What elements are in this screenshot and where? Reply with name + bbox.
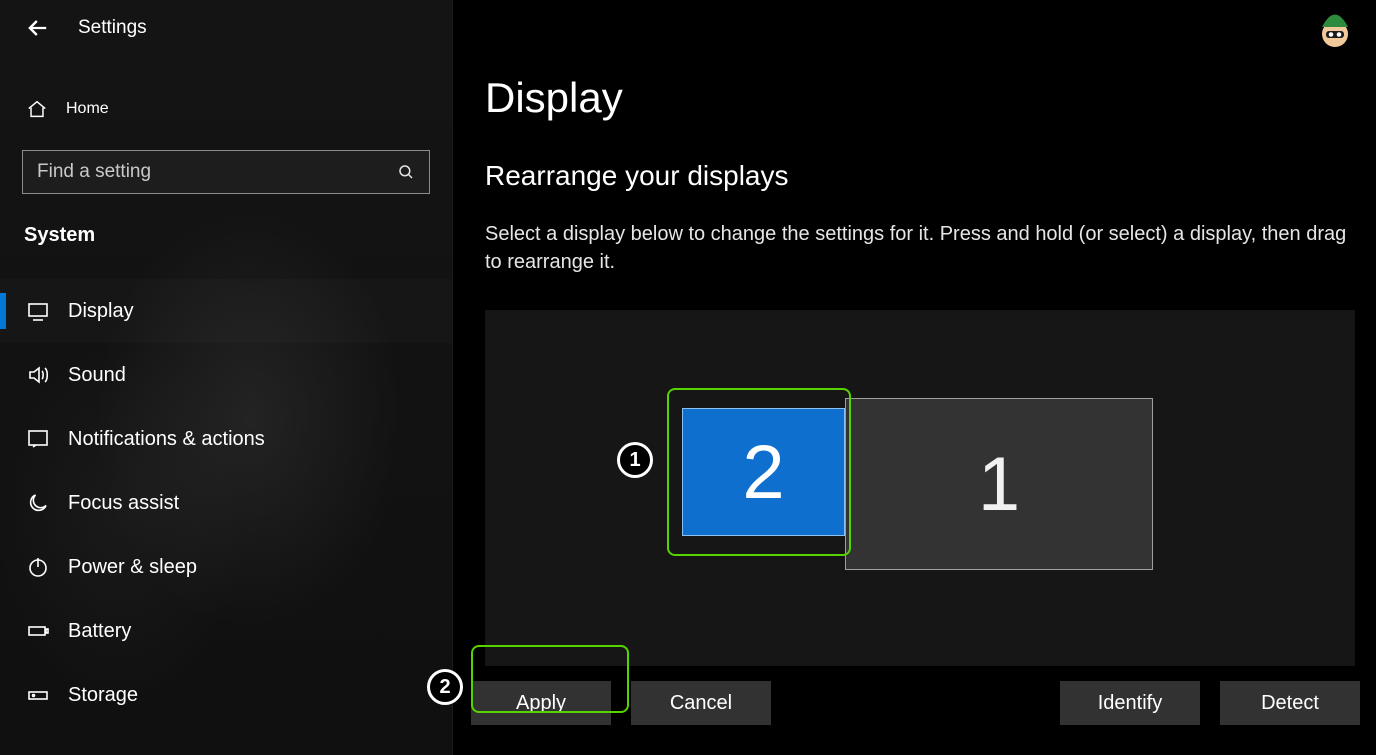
display-box-1[interactable]: 1	[845, 398, 1153, 570]
apply-button[interactable]: Apply	[471, 681, 611, 725]
display-number: 2	[742, 429, 784, 516]
nav-label: Storage	[68, 684, 138, 707]
section-title: Rearrange your displays	[485, 160, 1376, 192]
title-row: Settings	[0, 0, 452, 50]
nav-label: Battery	[68, 620, 131, 643]
search-container	[0, 138, 452, 194]
nav-label: Notifications & actions	[68, 428, 265, 451]
nav-label: Sound	[68, 364, 126, 387]
display-box-2[interactable]: 2	[682, 408, 845, 536]
search-input[interactable]	[37, 161, 397, 183]
arrow-left-icon	[24, 14, 52, 42]
sidebar-nav: Display Sound Notifications & actions Fo…	[0, 279, 452, 727]
section-description: Select a display below to change the set…	[485, 220, 1365, 276]
sidebar-home[interactable]: Home	[0, 50, 452, 138]
mascot-icon	[1312, 6, 1358, 52]
sidebar-category: System	[0, 194, 452, 255]
nav-label: Focus assist	[68, 492, 179, 515]
notifications-icon	[26, 427, 50, 451]
nav-label: Power & sleep	[68, 556, 197, 579]
settings-app: Settings Home System Display	[0, 0, 1376, 755]
page-title: Display	[485, 74, 1376, 122]
main-content: Display Rearrange your displays Select a…	[453, 0, 1376, 755]
search-box[interactable]	[22, 150, 430, 194]
battery-icon	[26, 619, 50, 643]
sound-icon	[26, 363, 50, 387]
sidebar-item-power-sleep[interactable]: Power & sleep	[0, 535, 452, 599]
monitor-icon	[26, 299, 50, 323]
identify-button[interactable]: Identify	[1060, 681, 1200, 725]
annotation-step-badge-1: 1	[617, 442, 653, 478]
sidebar-item-storage[interactable]: Storage	[0, 663, 452, 727]
display-arrangement-canvas[interactable]: 1 2 1	[485, 310, 1355, 666]
nav-label: Display	[68, 300, 134, 323]
sidebar-item-notifications[interactable]: Notifications & actions	[0, 407, 452, 471]
home-icon	[26, 98, 48, 120]
sidebar-item-display[interactable]: Display	[0, 279, 452, 343]
app-title: Settings	[78, 17, 147, 39]
annotation-step-badge-2: 2	[427, 669, 463, 705]
moon-icon	[26, 491, 50, 515]
display-action-row: Apply 2 Cancel Identify Detect	[471, 681, 1360, 725]
storage-icon	[26, 683, 50, 707]
cancel-button[interactable]: Cancel	[631, 681, 771, 725]
home-label: Home	[66, 100, 109, 118]
back-button[interactable]	[24, 14, 52, 42]
sidebar: Settings Home System Display	[0, 0, 453, 755]
search-icon	[397, 163, 415, 181]
detect-button[interactable]: Detect	[1220, 681, 1360, 725]
sidebar-item-battery[interactable]: Battery	[0, 599, 452, 663]
power-icon	[26, 555, 50, 579]
sidebar-item-focus-assist[interactable]: Focus assist	[0, 471, 452, 535]
display-number: 1	[978, 441, 1020, 528]
sidebar-item-sound[interactable]: Sound	[0, 343, 452, 407]
